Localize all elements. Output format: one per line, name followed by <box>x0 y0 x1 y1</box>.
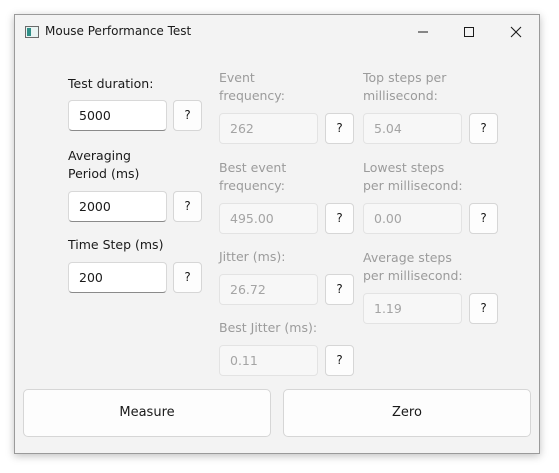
top-steps-label: Top steps per millisecond: <box>363 69 446 105</box>
close-icon <box>510 26 522 38</box>
top-steps-label-line1: Top steps per <box>363 70 447 85</box>
average-steps-help-button[interactable]: ? <box>469 293 498 324</box>
zero-button[interactable]: Zero <box>283 389 531 437</box>
best-event-frequency-label-line1: Best event <box>219 160 287 175</box>
close-button[interactable] <box>493 15 539 49</box>
jitter-field: 26.72 <box>219 274 318 305</box>
time-step-label: Time Step (ms) <box>68 237 164 252</box>
best-event-frequency-help-button[interactable]: ? <box>325 203 354 234</box>
event-frequency-label-line1: Event <box>219 70 255 85</box>
app-window: Mouse Performance Test Test duration: 50… <box>14 14 540 454</box>
lowest-steps-field: 0.00 <box>363 203 462 234</box>
event-frequency-help-button[interactable]: ? <box>325 113 354 144</box>
averaging-period-label-line2: Period (ms) <box>68 166 140 181</box>
measure-button[interactable]: Measure <box>23 389 271 437</box>
event-frequency-field: 262 <box>219 113 318 144</box>
best-jitter-label: Best Jitter (ms): <box>219 320 318 335</box>
average-steps-label: Average steps per millisecond: <box>363 249 463 285</box>
test-duration-help-button[interactable]: ? <box>173 100 202 131</box>
lowest-steps-label-line2: per millisecond: <box>363 178 463 193</box>
maximize-icon <box>464 27 474 37</box>
lowest-steps-help-button[interactable]: ? <box>469 203 498 234</box>
averaging-period-label-line1: Averaging <box>68 148 131 163</box>
jitter-label: Jitter (ms): <box>219 249 286 264</box>
lowest-steps-label-line1: Lowest steps <box>363 160 445 175</box>
jitter-help-button[interactable]: ? <box>325 274 354 305</box>
best-jitter-field: 0.11 <box>219 345 318 376</box>
test-duration-label: Test duration: <box>68 76 154 91</box>
time-step-help-button[interactable]: ? <box>173 262 202 293</box>
best-event-frequency-field: 495.00 <box>219 203 318 234</box>
app-icon <box>25 26 39 38</box>
title-bar: Mouse Performance Test <box>15 15 539 49</box>
top-steps-label-line2: millisecond: <box>363 88 438 103</box>
averaging-period-input[interactable]: 2000 <box>68 191 167 222</box>
lowest-steps-label: Lowest steps per millisecond: <box>363 159 463 195</box>
minimize-icon <box>418 31 428 33</box>
event-frequency-label: Event frequency: <box>219 69 285 105</box>
top-steps-field: 5.04 <box>363 113 462 144</box>
minimize-button[interactable] <box>400 15 446 49</box>
averaging-period-help-button[interactable]: ? <box>173 191 202 222</box>
top-steps-help-button[interactable]: ? <box>469 113 498 144</box>
event-frequency-label-line2: frequency: <box>219 88 285 103</box>
averaging-period-label: Averaging Period (ms) <box>68 147 139 183</box>
time-step-input[interactable]: 200 <box>68 262 167 293</box>
best-event-frequency-label-line2: frequency: <box>219 178 285 193</box>
average-steps-field: 1.19 <box>363 293 462 324</box>
test-duration-input[interactable]: 5000 <box>68 100 167 131</box>
average-steps-label-line1: Average steps <box>363 250 452 265</box>
maximize-button[interactable] <box>446 15 492 49</box>
best-event-frequency-label: Best event frequency: <box>219 159 286 195</box>
window-title: Mouse Performance Test <box>45 24 192 38</box>
average-steps-label-line2: per millisecond: <box>363 268 463 283</box>
best-jitter-help-button[interactable]: ? <box>325 345 354 376</box>
